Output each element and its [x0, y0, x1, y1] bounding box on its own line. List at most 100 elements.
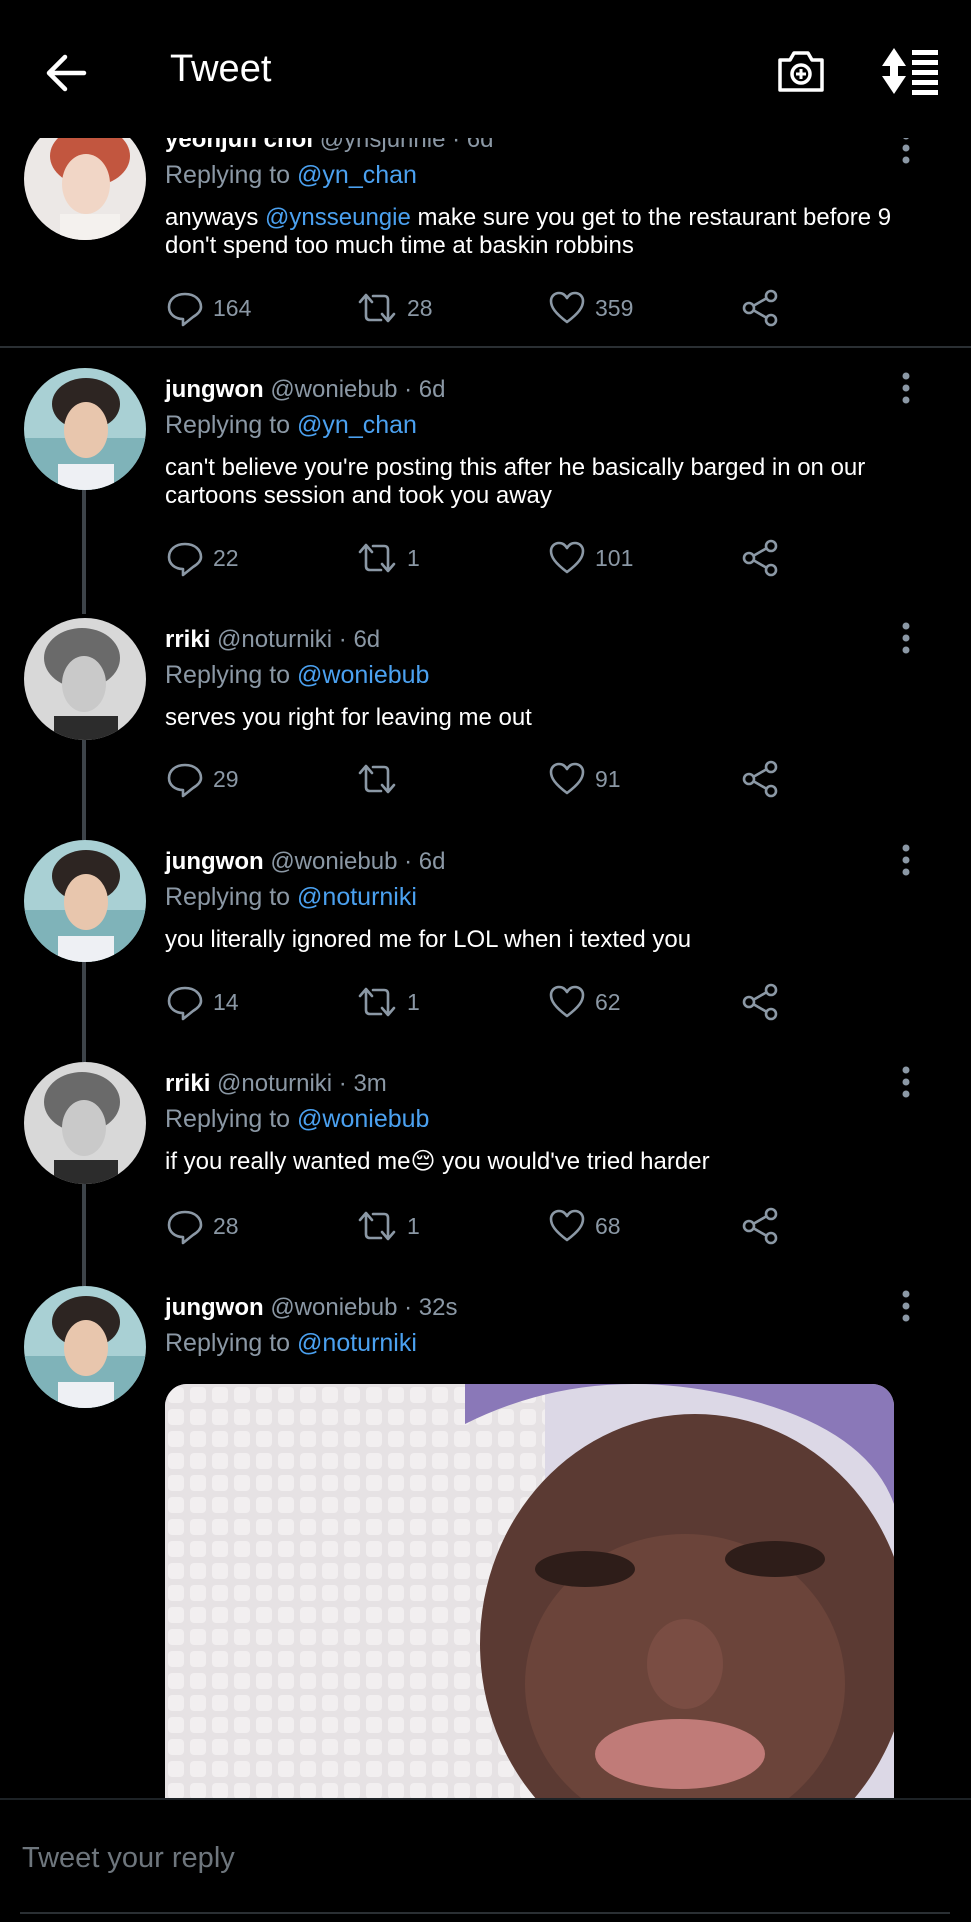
top-app-bar: Tweet: [0, 0, 971, 138]
handle-time: @noturniki · 6d: [217, 626, 381, 653]
avatar[interactable]: [24, 1286, 146, 1408]
retweet-button[interactable]: 28: [355, 286, 433, 330]
camera-icon: [778, 51, 824, 92]
share-icon: [742, 983, 778, 1021]
reply-icon: [167, 542, 203, 577]
display-name[interactable]: rriki: [165, 626, 210, 653]
reply-count: 14: [213, 988, 239, 1015]
share-icon: [742, 1207, 778, 1245]
like-button[interactable]: 62: [547, 980, 621, 1024]
tweet-meta: jungwon @woniebub · 6d: [165, 848, 445, 876]
retweet-button[interactable]: [355, 757, 407, 801]
avatar[interactable]: [24, 1062, 146, 1184]
avatar[interactable]: [24, 618, 146, 740]
avatar[interactable]: [24, 368, 146, 490]
retweet-button[interactable]: 1: [355, 536, 420, 580]
tweet-actions: 28 1 68: [165, 1204, 805, 1248]
heart-icon: [549, 985, 585, 1018]
tweet-text: if you really wanted me😔 you would've tr…: [165, 1148, 710, 1175]
share-button[interactable]: [740, 757, 788, 801]
like-count: 101: [595, 544, 634, 571]
avatar[interactable]: [24, 840, 146, 962]
tweet-actions: 14 1 62: [165, 980, 805, 1024]
reply-button[interactable]: 22: [165, 536, 239, 580]
like-count: 91: [595, 765, 621, 792]
like-button[interactable]: 68: [547, 1204, 621, 1248]
display-name[interactable]: rriki: [165, 1070, 210, 1097]
more-options-button[interactable]: [890, 1062, 922, 1102]
reply-icon: [167, 986, 203, 1021]
like-button[interactable]: 101: [547, 536, 633, 580]
retweet-icon: [358, 293, 396, 323]
arrow-left-icon: [46, 54, 87, 92]
handle-time: @woniebub · 32s: [270, 1294, 458, 1321]
like-count: 68: [595, 1212, 621, 1239]
tweet-actions: 29 91: [165, 757, 805, 801]
reply-count: 29: [213, 765, 239, 792]
like-button[interactable]: 91: [547, 757, 621, 801]
share-button[interactable]: [740, 980, 788, 1024]
mention-link[interactable]: @woniebub: [297, 661, 429, 689]
like-button[interactable]: 359: [547, 286, 633, 330]
retweet-count: 1: [407, 544, 420, 571]
display-name[interactable]: jungwon: [165, 1294, 264, 1321]
more-options-button[interactable]: [890, 840, 922, 880]
replying-to: Replying to @noturniki: [165, 883, 417, 911]
mention-link[interactable]: @noturniki: [297, 1329, 417, 1357]
reply-button[interactable]: 14: [165, 980, 239, 1024]
divider: [0, 346, 971, 348]
tweet-text: can't believe you're posting this after …: [165, 454, 866, 509]
retweet-icon: [358, 543, 396, 573]
reply-button[interactable]: 164: [165, 286, 251, 330]
thread-line: [82, 962, 86, 1062]
tweet-media-image[interactable]: [165, 1384, 894, 1798]
reply-icon: [167, 1210, 203, 1245]
sort-button[interactable]: [880, 44, 940, 98]
tweet-meta: rriki @noturniki · 3m: [165, 1070, 387, 1098]
like-count: 62: [595, 988, 621, 1015]
tweet-actions: 22 1 101: [165, 536, 805, 580]
mention-link[interactable]: @yn_chan: [297, 411, 417, 439]
share-button[interactable]: [740, 1204, 788, 1248]
heart-icon: [549, 291, 585, 324]
mention-link[interactable]: @noturniki: [297, 883, 417, 911]
more-options-button[interactable]: [890, 618, 922, 658]
pensive-emoji: 😔: [410, 1148, 436, 1175]
mention-link[interactable]: @yn_chan: [297, 161, 417, 189]
share-icon: [742, 539, 778, 577]
replying-to: Replying to @yn_chan: [165, 411, 417, 439]
back-button[interactable]: [38, 44, 96, 102]
share-icon: [742, 760, 778, 798]
share-icon: [742, 289, 778, 327]
reply-button[interactable]: 28: [165, 1204, 239, 1248]
reply-input[interactable]: [20, 1832, 924, 1884]
replying-to: Replying to @noturniki: [165, 1329, 417, 1357]
share-button[interactable]: [740, 536, 788, 580]
tweet-actions: 164 28 359: [165, 286, 805, 330]
page-title: Tweet: [170, 48, 272, 90]
like-count: 359: [595, 294, 634, 321]
thread-line: [82, 740, 86, 840]
mention-link[interactable]: @ynsseungie: [265, 204, 411, 231]
retweet-icon: [358, 987, 396, 1017]
replying-to: Replying to @woniebub: [165, 661, 430, 689]
display-name[interactable]: jungwon: [165, 848, 264, 875]
handle-time: @woniebub · 6d: [270, 848, 446, 875]
retweet-button[interactable]: 1: [355, 980, 420, 1024]
more-options-button[interactable]: [890, 1286, 922, 1326]
more-options-button[interactable]: [890, 368, 922, 408]
sort-icon: [882, 48, 938, 95]
retweet-button[interactable]: 1: [355, 1204, 420, 1248]
retweet-count: 1: [407, 988, 420, 1015]
tweet-text: you literally ignored me for LOL when i …: [165, 926, 692, 953]
share-button[interactable]: [740, 286, 788, 330]
retweet-count: 28: [407, 294, 433, 321]
display-name[interactable]: jungwon: [165, 376, 264, 403]
reply-button[interactable]: 29: [165, 757, 239, 801]
replying-to: Replying to @yn_chan: [165, 161, 417, 189]
reply-icon: [167, 763, 203, 798]
camera-button[interactable]: [774, 44, 828, 98]
mention-link[interactable]: @woniebub: [297, 1105, 429, 1133]
reply-composer: [0, 1798, 971, 1922]
tweet-meta: rriki @noturniki · 6d: [165, 626, 380, 654]
